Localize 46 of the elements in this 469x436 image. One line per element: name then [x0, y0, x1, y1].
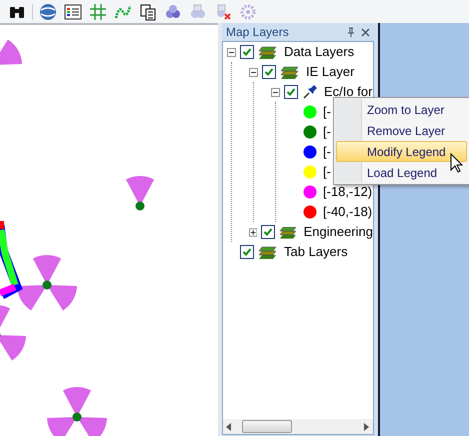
scroll-thumb[interactable]	[242, 420, 292, 433]
cursor-icon	[450, 153, 463, 173]
layers-icon	[258, 244, 278, 260]
horizontal-scrollbar[interactable]	[223, 419, 373, 434]
legend-dot-icon	[303, 105, 317, 119]
expand-icon[interactable]	[249, 228, 258, 236]
layer-label[interactable]: IE Layer	[304, 62, 354, 82]
legend-label[interactable]: [-	[321, 122, 331, 142]
legend-label[interactable]: [-	[321, 162, 331, 182]
collapse-icon[interactable]	[227, 48, 236, 56]
legend-label[interactable]: [-18,-12)	[321, 182, 372, 202]
legend-label[interactable]: [-40,-18)	[321, 202, 372, 222]
close-icon[interactable]	[361, 28, 370, 36]
menu-item[interactable]: Modify Legend	[336, 141, 467, 162]
layer-label[interactable]: Data Layers	[282, 42, 354, 62]
legend-dot-icon	[303, 125, 317, 139]
layers-icon	[278, 224, 298, 240]
checkbox[interactable]	[262, 65, 276, 79]
menu-item[interactable]: Zoom to Layer	[336, 99, 467, 120]
collapse-icon[interactable]	[249, 68, 258, 76]
layers-icon	[280, 64, 300, 80]
globe-icon[interactable]	[38, 2, 58, 22]
copy-icon[interactable]	[138, 2, 158, 22]
checkbox[interactable]	[284, 85, 298, 99]
legend-dot-icon	[303, 145, 317, 159]
layers-icon	[258, 44, 278, 60]
legend-dot-icon	[303, 205, 317, 219]
checkbox[interactable]	[240, 245, 254, 259]
checkbox[interactable]	[240, 45, 254, 59]
layer-label[interactable]: Engineering	[302, 222, 373, 242]
layer-label[interactable]: Tab Layers	[282, 242, 348, 262]
pin-icon	[302, 84, 318, 100]
panel-title: Map Layers	[226, 24, 290, 41]
scroll-right-icon[interactable]	[364, 422, 370, 430]
scroll-left-icon[interactable]	[226, 422, 232, 430]
menu-item[interactable]: Remove Layer	[336, 120, 467, 141]
legend-icon[interactable]	[63, 2, 83, 22]
pin-icon[interactable]	[346, 27, 356, 37]
legend-dot-icon	[303, 165, 317, 179]
checkbox[interactable]	[261, 225, 275, 239]
menu-item[interactable]: Load Legend	[336, 162, 467, 183]
grid-icon[interactable]	[88, 2, 108, 22]
collapse-icon[interactable]	[271, 88, 280, 96]
legend-label[interactable]: [-	[321, 102, 331, 122]
legend-dot-icon	[303, 185, 317, 199]
legend-label[interactable]: [-	[321, 142, 331, 162]
